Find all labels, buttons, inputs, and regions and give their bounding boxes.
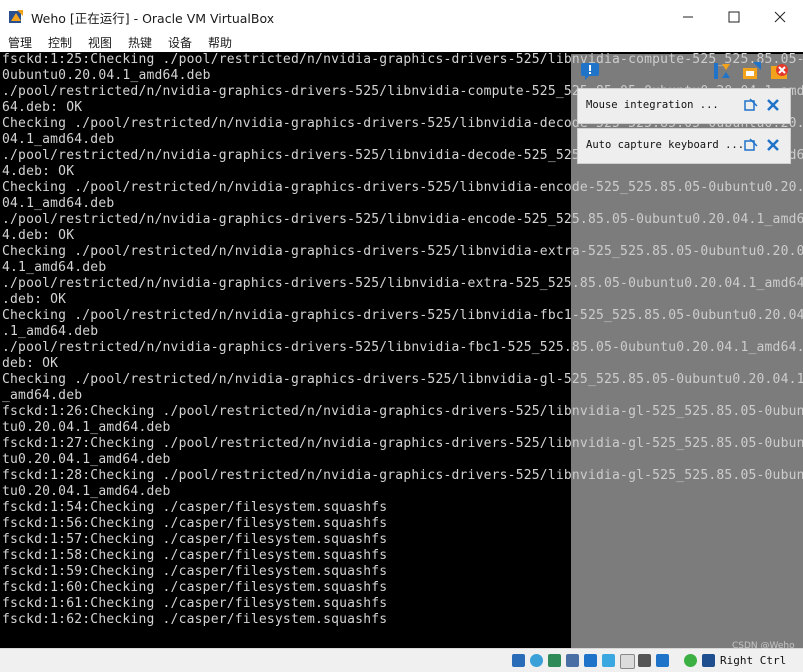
console-line: fsckd:1:59:Checking ./casper/filesystem.… [2,564,388,579]
console-line: 0ubuntu0.20.04.1_amd64.deb [2,68,211,83]
toggle-icon[interactable] [744,98,758,112]
console-line: .1_amd64.deb [2,324,99,339]
menu-view[interactable]: 视图 [88,34,112,51]
console-line: 64.deb: OK [2,100,83,115]
menu-manage[interactable]: 管理 [8,34,32,51]
notification-auto-capture-keyboard: Auto capture keyboard ... [577,128,791,164]
dismiss-icon[interactable] [766,98,780,112]
console-line: 4.deb: OK [2,228,75,243]
optical-drive-icon[interactable] [530,654,543,667]
close-icon [774,11,786,22]
audio-icon[interactable] [548,654,561,667]
dismiss-icon[interactable] [766,138,780,152]
console-line: 04.1_amd64.deb [2,132,115,147]
window-title: Weho [正在运行] - Oracle VM VirtualBox [31,11,275,26]
network-icon[interactable] [566,654,579,667]
console-line: fsckd:1:60:Checking ./casper/filesystem.… [2,580,388,595]
menu-devices[interactable]: 设备 [168,34,192,51]
menu-control[interactable]: 控制 [48,34,72,51]
settings-icon[interactable] [741,60,763,82]
recording-icon[interactable] [638,654,651,667]
close-button[interactable] [757,0,803,33]
console-line: fsckd:1:56:Checking ./casper/filesystem.… [2,516,388,531]
close-all-icon[interactable] [769,60,791,82]
console-line: _amd64.deb [2,388,83,403]
console-line: .deb: OK [2,292,67,307]
notification-center: Mouse integration ... Auto capture keybo… [571,54,803,648]
message-icon[interactable] [579,60,601,82]
notification-text: Auto capture keyboard ... [586,139,745,151]
console-line: tu0.20.04.1_amd64.deb [2,484,171,499]
notification-mouse-integration: Mouse integration ... [577,88,791,124]
host-key-label[interactable]: Right Ctrl [720,654,786,667]
title-bar: Weho [正在运行] - Oracle VM VirtualBox [0,0,803,33]
console-line: fsckd:1:54:Checking ./casper/filesystem.… [2,500,388,515]
watermark: CSDN @Weho [732,641,795,651]
console-line: tu0.20.04.1_amd64.deb [2,420,171,435]
console-line: tu0.20.04.1_amd64.deb [2,452,171,467]
console-line: fsckd:1:62:Checking ./casper/filesystem.… [2,612,388,627]
mouse-integration-icon[interactable] [684,654,697,667]
menu-bar: 管理 控制 视图 热键 设备 帮助 [0,33,803,52]
console-line: fsckd:1:61:Checking ./casper/filesystem.… [2,596,388,611]
notification-text: Mouse integration ... [586,99,719,111]
console-line: fsckd:1:57:Checking ./casper/filesystem.… [2,532,388,547]
hard-disk-icon[interactable] [512,654,525,667]
keyboard-capture-icon[interactable] [702,654,715,667]
console-line: fsckd:1:58:Checking ./casper/filesystem.… [2,548,388,563]
console-line: 04.1_amd64.deb [2,196,115,211]
cpu-icon[interactable] [656,654,669,667]
usb-icon[interactable] [584,654,597,667]
display-icon[interactable] [620,654,635,669]
console-line: deb: OK [2,356,59,371]
virtualbox-icon [9,10,23,23]
menu-help[interactable]: 帮助 [208,34,232,51]
vm-display[interactable]: fsckd:1:25:Checking ./pool/restricted/n/… [0,52,803,648]
maximize-icon [728,11,740,22]
maximize-button[interactable] [711,0,757,33]
console-line: 4.1_amd64.deb [2,260,107,275]
minimize-icon [683,16,693,17]
menu-hotkey[interactable]: 热键 [128,34,152,51]
shared-folder-icon[interactable] [602,654,615,667]
collapse-all-icon[interactable] [711,60,733,82]
status-bar: Right Ctrl CSDN @Weho [0,641,803,672]
console-line: 4.deb: OK [2,164,75,179]
toggle-icon[interactable] [744,138,758,152]
minimize-button[interactable] [665,0,711,33]
